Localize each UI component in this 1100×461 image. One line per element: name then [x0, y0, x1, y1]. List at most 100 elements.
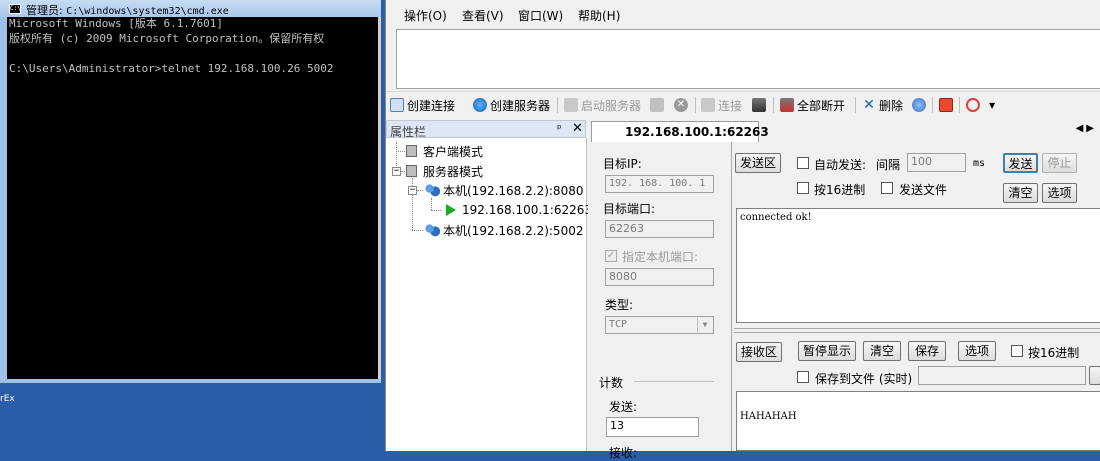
send-count-field[interactable]: 13 — [606, 417, 699, 437]
pin-icon[interactable]: ᵖ — [557, 122, 562, 135]
toolbar-overflow-chevron-icon[interactable]: ▼ — [989, 96, 995, 114]
tree-item-client-mode[interactable]: 客户端模式 — [406, 142, 483, 160]
target-ip-label: 目标IP: — [603, 157, 642, 171]
output-box — [396, 29, 1100, 89]
globe-icon — [473, 98, 487, 112]
send-clear-button[interactable]: 清空 — [1003, 183, 1038, 203]
collapse-toggle-icon[interactable]: − — [408, 186, 417, 195]
disconnect-icon — [752, 98, 766, 112]
browse-button[interactable] — [1089, 366, 1100, 385]
server-icon — [564, 98, 578, 112]
menu-window[interactable]: 窗口(W) — [518, 7, 563, 24]
splitter[interactable] — [734, 328, 1100, 333]
cmd-title-prefix: 管理员: — [26, 4, 67, 17]
toolbar-separator — [695, 97, 696, 113]
send-hex-checkbox[interactable] — [797, 182, 809, 194]
tab-scroll-arrows-icon[interactable]: ◀▶ — [1076, 123, 1097, 134]
menu-operate[interactable]: 操作(O) — [404, 7, 447, 24]
stop-server-button[interactable] — [650, 96, 667, 114]
connect-icon — [701, 98, 715, 112]
toolbar-separator — [773, 97, 774, 113]
type-value: TCP — [609, 319, 628, 330]
chevron-down-icon: ▼ — [697, 318, 712, 332]
recv-options-button[interactable]: 选项 — [958, 341, 996, 361]
send-button[interactable]: 发送 — [1003, 153, 1038, 173]
save-to-file-checkbox[interactable] — [797, 371, 809, 383]
local-port-checkbox[interactable]: ✓ — [605, 250, 617, 262]
delete-button[interactable]: ✕ 删除 — [862, 96, 903, 114]
create-connection-button[interactable]: 创建连接 — [390, 96, 455, 114]
tree-line — [412, 230, 423, 231]
interval-field[interactable]: 100 — [907, 153, 966, 172]
send-file-label: 发送文件 — [899, 183, 948, 197]
tree-line — [401, 171, 405, 172]
tree-item-connection[interactable]: 192.168.100.1:62263 — [446, 201, 592, 219]
interval-unit: ms — [973, 158, 986, 169]
close-server-button[interactable]: ✕ — [674, 96, 691, 114]
property-panel-header: 属性栏 ᵖ ✕ — [386, 120, 586, 139]
local-port-field[interactable]: 8080 — [605, 268, 714, 286]
recv-text-area[interactable]: HAHAHAH — [736, 391, 1100, 451]
tree-item-server-8080[interactable]: 本机(192.168.2.2):8080 — [424, 181, 583, 199]
local-port-label: 指定本机端口: — [622, 250, 699, 264]
send-options-button[interactable]: 选项 — [1042, 183, 1077, 203]
cmd-title-bar[interactable]: C:\ 管理员: C:\windows\system32\cmd.exe — [0, 0, 381, 17]
toolbar-separator — [855, 97, 856, 113]
target-port-label: 目标端口: — [603, 202, 656, 216]
help-button[interactable] — [966, 96, 983, 114]
connect-label: 连接 — [718, 98, 743, 113]
menu-help[interactable]: 帮助(H) — [578, 7, 620, 24]
connection-tree: 客户端模式 − 服务器模式 − 本机(192.168.2.2):8080 192… — [386, 138, 592, 451]
pause-display-button[interactable]: 暂停显示 — [798, 341, 856, 361]
session-content: 目标IP: 192. 168. 100. 1 目标端口: 62263 ✓ 指定本… — [588, 142, 1100, 460]
toolbar: 创建连接 创建服务器 启动服务器 ✕ 连接 全部断开 ✕ 删除 ▼ — [386, 91, 1100, 118]
target-port-field[interactable]: 62263 — [605, 220, 714, 238]
help-icon — [966, 98, 980, 112]
tree-line — [431, 210, 441, 211]
computer-icon — [406, 145, 417, 157]
tab-label: 192.168.100.1:62263 — [625, 125, 769, 139]
send-file-checkbox[interactable] — [881, 182, 893, 194]
start-server-button[interactable]: 启动服务器 — [564, 96, 641, 114]
toolbar-separator — [932, 97, 933, 113]
close-circle-icon: ✕ — [674, 98, 688, 112]
tab-connection[interactable]: 192.168.100.1:62263 — [591, 121, 769, 142]
target-ip-field[interactable]: 192. 168. 100. 1 — [605, 175, 714, 193]
send-area-title-button[interactable]: 发送区 — [735, 153, 781, 173]
cmd-title: 管理员: C:\windows\system32\cmd.exe — [26, 2, 229, 18]
disconnect-all-button[interactable]: 全部断开 — [780, 96, 845, 114]
cmd-title-path: C:\windows\system32\cmd.exe — [66, 6, 229, 17]
recv-save-button[interactable]: 保存 — [908, 341, 946, 361]
recv-clear-button[interactable]: 清空 — [863, 341, 901, 361]
tree-item-server-mode[interactable]: 服务器模式 — [406, 162, 483, 180]
start-server-label: 启动服务器 — [581, 98, 642, 113]
send-text-area[interactable]: connected ok! — [736, 208, 1100, 323]
gear-icon — [912, 98, 926, 112]
play-icon — [446, 204, 456, 216]
disconnect-all-icon — [780, 98, 794, 112]
tree-item-server-5002[interactable]: 本机(192.168.2.2):5002 — [424, 221, 583, 239]
recv-hex-checkbox[interactable] — [1011, 345, 1023, 357]
power-button[interactable] — [939, 96, 956, 114]
collapse-toggle-icon[interactable]: − — [392, 167, 401, 176]
stop-button[interactable]: 停止 — [1042, 153, 1077, 173]
connect-button[interactable]: 连接 — [701, 96, 742, 114]
session-params: 目标IP: 192. 168. 100. 1 目标端口: 62263 ✓ 指定本… — [588, 142, 732, 460]
settings-button[interactable] — [912, 96, 929, 114]
menu-bar: 操作(O) 查看(V) 窗口(W) 帮助(H) — [386, 0, 1100, 28]
send-count-label: 发送: — [609, 400, 638, 414]
cmd-console[interactable]: Microsoft Windows [版本 6.1.7601] 版权所有 (c)… — [7, 17, 378, 379]
close-icon[interactable]: ✕ — [572, 121, 583, 136]
users-icon — [424, 183, 440, 197]
disconnect-all-label: 全部断开 — [797, 98, 846, 113]
create-server-button[interactable]: 创建服务器 — [473, 96, 550, 114]
count-label: 计数 — [599, 376, 624, 390]
tcp-tool-window: 操作(O) 查看(V) 窗口(W) 帮助(H) 创建连接 创建服务器 启动服务器… — [385, 0, 1100, 460]
save-file-path-field[interactable] — [918, 366, 1086, 385]
type-select[interactable]: TCP ▼ — [605, 316, 714, 334]
disconnect-button[interactable] — [752, 96, 769, 114]
recv-area-title-button[interactable]: 接收区 — [736, 342, 782, 362]
auto-send-checkbox[interactable] — [797, 157, 809, 169]
menu-view[interactable]: 查看(V) — [462, 7, 504, 24]
